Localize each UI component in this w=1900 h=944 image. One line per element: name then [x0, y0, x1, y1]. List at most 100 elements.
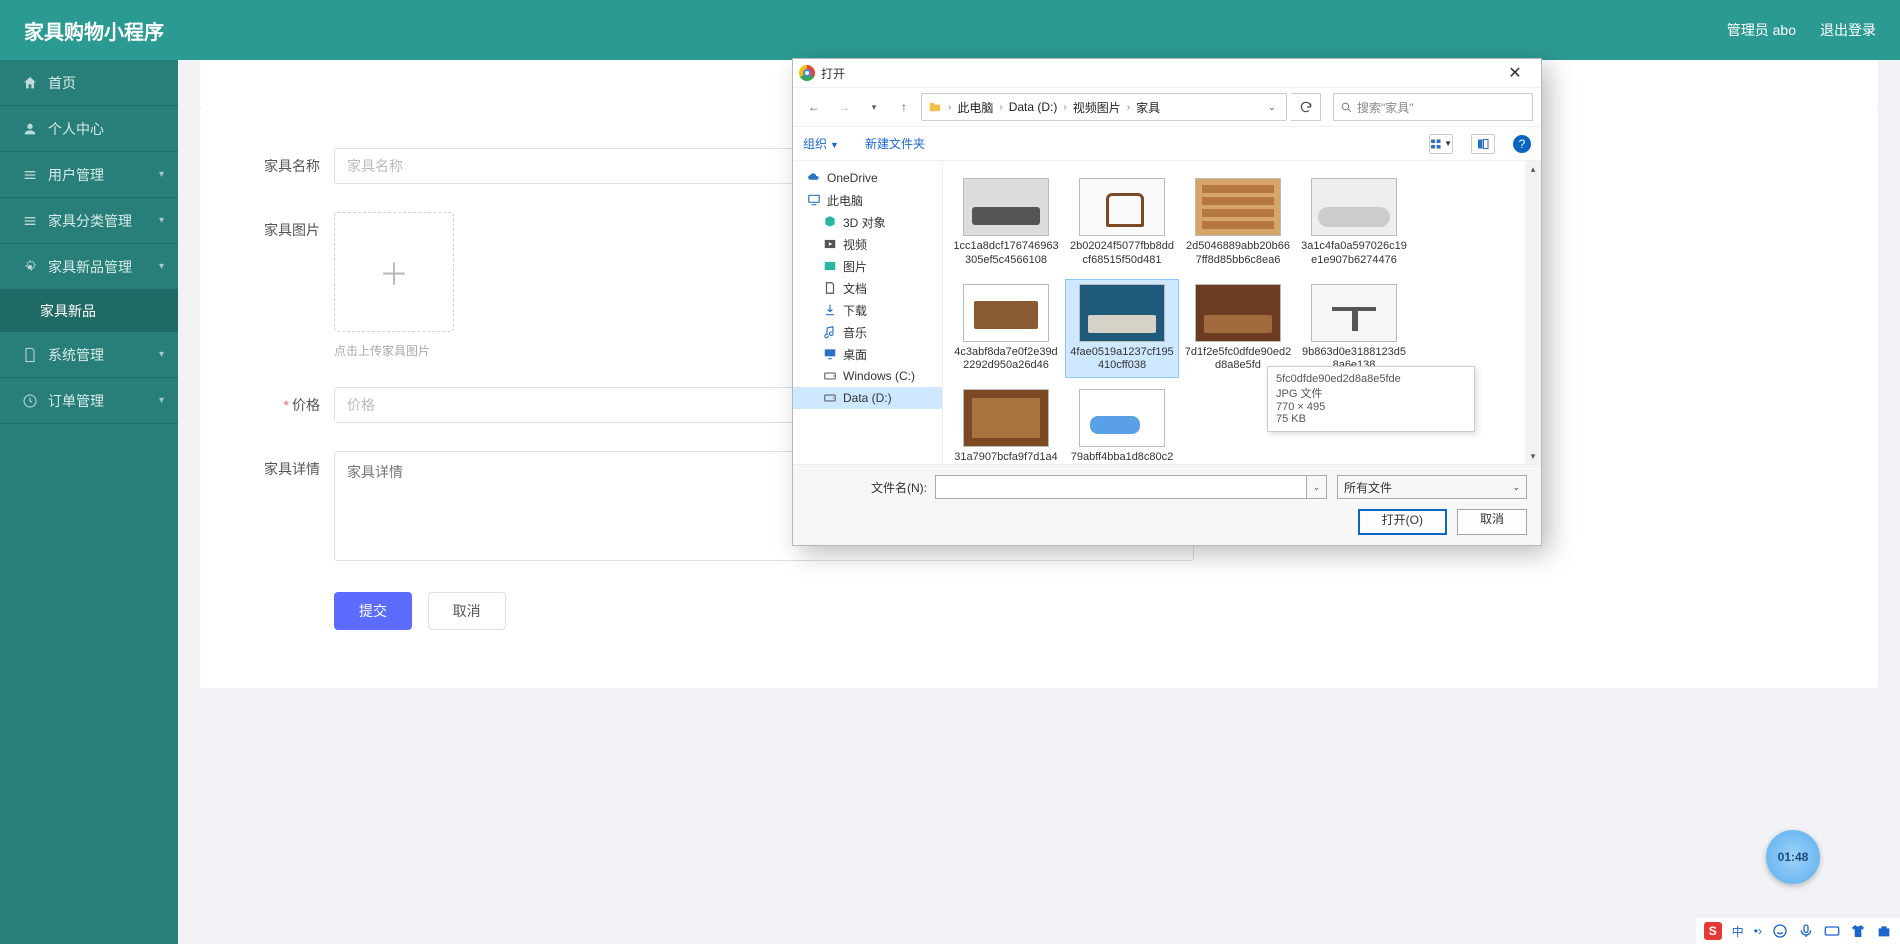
nav-back-button[interactable]: ←	[801, 94, 827, 120]
file-thumbnail	[963, 178, 1049, 236]
file-thumbnail	[1079, 284, 1165, 342]
file-item[interactable]: 3a1c4fa0a597026c19e1e907b6274476	[1297, 173, 1411, 273]
skin-icon[interactable]	[1850, 923, 1866, 939]
address-dropdown[interactable]: ⌄	[1264, 102, 1280, 113]
file-item[interactable]: 9b863d0e3188123d58a6e138	[1297, 279, 1411, 379]
sidebar-item-label: 订单管理	[48, 391, 104, 411]
tree-item[interactable]: 视频	[793, 233, 942, 255]
sidebar-item-profile[interactable]: 个人中心	[0, 106, 178, 152]
dialog-footer: 文件名(N): ⌄ 所有文件 ⌄ 打开(O) 取消	[793, 464, 1541, 545]
toolbox-icon[interactable]	[1876, 923, 1892, 939]
filename-input[interactable]	[935, 475, 1307, 499]
tree-item-label: 音乐	[843, 324, 867, 341]
plus-icon: ＋	[379, 250, 409, 294]
address-bar[interactable]: › 此电脑 › Data (D:) › 视频图片 › 家具 ⌄	[921, 93, 1287, 121]
ime-bar: S 中 •›	[1696, 918, 1900, 944]
tree-item-label: OneDrive	[827, 171, 878, 185]
topbar: 家具购物小程序 管理员 abo 退出登录	[0, 0, 1900, 60]
file-name: 79abff4bba1d8c80c2bd9662d	[1068, 451, 1176, 464]
file-thumbnail	[963, 284, 1049, 342]
tree-item-label: 文档	[843, 280, 867, 297]
file-item[interactable]: 31a7907bcfa9f7d1a457dd4126	[949, 384, 1063, 464]
file-item[interactable]: 2b02024f5077fbb8ddcf68515f50d481	[1065, 173, 1179, 273]
logout-link[interactable]: 退出登录	[1820, 20, 1876, 40]
breadcrumb-item[interactable]: Data (D:)	[1009, 100, 1058, 114]
open-button[interactable]: 打开(O)	[1358, 509, 1447, 535]
nav-forward-button[interactable]: →	[831, 94, 857, 120]
breadcrumb-item[interactable]: 此电脑	[957, 99, 993, 116]
sidebar-item-label: 首页	[48, 73, 76, 93]
sidebar-item-category[interactable]: 家具分类管理 ▾	[0, 198, 178, 244]
tree-item[interactable]: 此电脑	[793, 189, 942, 211]
mic-icon[interactable]	[1798, 923, 1814, 939]
scroll-down-button[interactable]: ▾	[1525, 448, 1541, 464]
tree-item[interactable]: 3D 对象	[793, 211, 942, 233]
tree-item[interactable]: 图片	[793, 255, 942, 277]
submit-button[interactable]: 提交	[334, 592, 412, 630]
sidebar-subitem-new-furniture[interactable]: 家具新品	[0, 290, 178, 332]
chevron-down-icon: ⌄	[1512, 482, 1520, 493]
refresh-button[interactable]	[1291, 93, 1321, 121]
sogou-ime-icon[interactable]: S	[1704, 922, 1722, 940]
home-icon	[22, 75, 38, 91]
file-name: 31a7907bcfa9f7d1a457dd4126	[952, 451, 1060, 464]
tree-item[interactable]: Windows (C:)	[793, 365, 942, 387]
label-price: *价格	[240, 387, 320, 415]
sidebar-item-label: 家具分类管理	[48, 211, 132, 231]
sidebar-item-label: 家具新品	[40, 301, 96, 321]
cancel-button[interactable]: 取消	[428, 592, 506, 630]
download-icon	[823, 303, 837, 317]
tree-item[interactable]: 下载	[793, 299, 942, 321]
file-item[interactable]: 4fae0519a1237cf195410cff038	[1065, 279, 1179, 379]
file-filter-select[interactable]: 所有文件 ⌄	[1337, 475, 1527, 499]
scroll-up-button[interactable]: ▴	[1525, 161, 1541, 177]
nav-recent-button[interactable]: ▾	[861, 94, 887, 120]
gear-icon	[22, 259, 38, 275]
file-item[interactable]: 1cc1a8dcf176746963305ef5c4566108	[949, 173, 1063, 273]
file-item[interactable]: 4c3abf8da7e0f2e39d2292d950a26d46	[949, 279, 1063, 379]
disk-icon	[823, 369, 837, 383]
pc-icon	[807, 193, 821, 207]
close-button[interactable]: ✕	[1495, 63, 1535, 83]
preview-pane-button[interactable]	[1471, 134, 1495, 154]
file-item[interactable]: 7d1f2e5fc0dfde90ed2d8a8e5fd	[1181, 279, 1295, 379]
smile-icon[interactable]	[1772, 923, 1788, 939]
dialog-cancel-button[interactable]: 取消	[1457, 509, 1527, 535]
sidebar-item-new-furniture[interactable]: 家具新品管理 ▾	[0, 244, 178, 290]
image-icon	[823, 259, 837, 273]
tree-item[interactable]: Data (D:)	[793, 387, 942, 409]
view-mode-button[interactable]: ▼	[1429, 134, 1453, 154]
breadcrumb-item[interactable]: 视频图片	[1073, 99, 1121, 116]
chevron-right-icon: ›	[1127, 102, 1130, 113]
tree-item-label: 视频	[843, 236, 867, 253]
tree-item[interactable]: 音乐	[793, 321, 942, 343]
new-folder-button[interactable]: 新建文件夹	[865, 135, 925, 152]
file-item[interactable]: 2d5046889abb20b667ff8d85bb6c8ea6	[1181, 173, 1295, 273]
search-input[interactable]: 搜索"家具"	[1333, 93, 1533, 121]
nav-up-button[interactable]: ↑	[891, 94, 917, 120]
sidebar-item-home[interactable]: 首页	[0, 60, 178, 106]
chevron-down-icon: ▾	[159, 215, 164, 226]
breadcrumb-item[interactable]: 家具	[1136, 99, 1160, 116]
sidebar-item-users[interactable]: 用户管理 ▾	[0, 152, 178, 198]
tree-item-label: 此电脑	[827, 192, 863, 209]
refresh-icon	[1299, 100, 1313, 114]
scrollbar[interactable]: ▴ ▾	[1525, 161, 1541, 464]
tree-item[interactable]: 文档	[793, 277, 942, 299]
ime-punct-icon[interactable]: •›	[1754, 924, 1762, 938]
current-user[interactable]: 管理员 abo	[1727, 20, 1796, 40]
file-thumbnail	[1311, 178, 1397, 236]
file-item[interactable]: 79abff4bba1d8c80c2bd9662d	[1065, 384, 1179, 464]
tree-item[interactable]: OneDrive	[793, 167, 942, 189]
sidebar-item-orders[interactable]: 订单管理 ▾	[0, 378, 178, 424]
filename-dropdown[interactable]: ⌄	[1307, 475, 1327, 499]
search-icon	[1340, 101, 1353, 114]
help-button[interactable]: ?	[1513, 135, 1531, 153]
upload-button[interactable]: ＋	[334, 212, 454, 332]
timer-badge[interactable]: 01:48	[1766, 830, 1820, 884]
sidebar-item-system[interactable]: 系统管理 ▾	[0, 332, 178, 378]
keyboard-icon[interactable]	[1824, 923, 1840, 939]
tree-item[interactable]: 桌面	[793, 343, 942, 365]
ime-language[interactable]: 中	[1732, 923, 1744, 940]
organize-menu[interactable]: 组织▼	[803, 135, 839, 152]
